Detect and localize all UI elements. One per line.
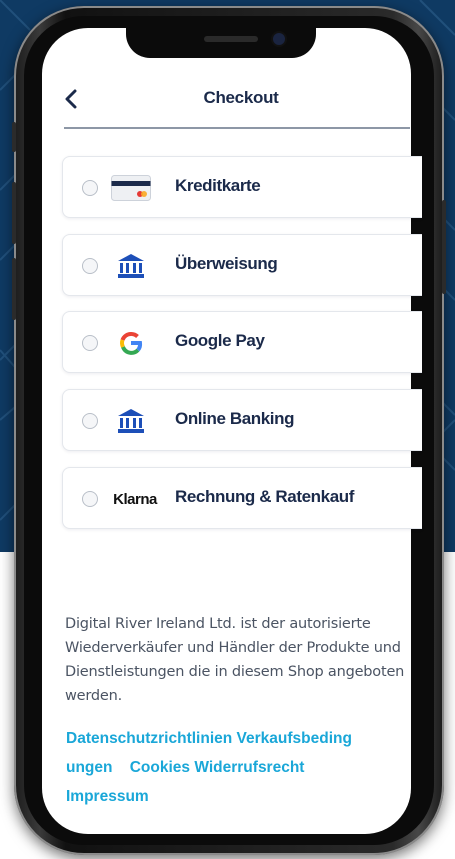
header-divider [64, 127, 410, 129]
payment-option-label: Online Banking [175, 409, 295, 428]
payment-option-klarna[interactable]: Klarna Rechnung & Ratenkauf [62, 467, 422, 529]
chevron-left-icon [65, 89, 77, 109]
phone-side-button [12, 182, 16, 244]
camera-icon [273, 33, 285, 45]
payment-option-online-banking[interactable]: Online Banking [62, 389, 422, 451]
payment-option-label: Google Pay [175, 331, 265, 350]
radio-button[interactable] [82, 258, 98, 274]
footer-links-line-1: Datenschutzrichtlinien Verkaufsbeding [66, 724, 406, 753]
klarna-logo: Klarna [109, 483, 161, 515]
payment-option-google-pay[interactable]: Google Pay [62, 311, 422, 373]
footer-links-line-2: ungen Cookies Widerrufsrecht [66, 753, 406, 782]
credit-card-icon [109, 172, 153, 204]
payment-option-bank-transfer[interactable]: Überweisung [62, 234, 422, 296]
bank-icon [109, 250, 153, 282]
footer-links: Datenschutzrichtlinien Verkaufsbeding un… [66, 724, 406, 811]
withdrawal-right-link[interactable]: Widerrufsrecht [194, 759, 304, 776]
terms-of-sale-link[interactable]: Verkaufsbeding [237, 730, 352, 747]
phone-side-button [12, 122, 16, 152]
payment-option-label: Kreditkarte [175, 176, 261, 195]
payment-option-credit-card[interactable]: Kreditkarte [62, 156, 422, 218]
google-icon [109, 327, 153, 359]
payment-option-label: Überweisung [175, 254, 278, 273]
phone-side-button [442, 200, 446, 294]
footer-links-line-3: Impressum [66, 782, 406, 811]
legal-notice: Digital River Ireland Ltd. ist der autor… [65, 616, 405, 704]
page-title: Checkout [203, 88, 279, 107]
phone-side-button [12, 258, 16, 320]
radio-button[interactable] [82, 491, 98, 507]
imprint-link[interactable]: Impressum [66, 788, 149, 805]
radio-button[interactable] [82, 413, 98, 429]
klarna-logo-text: Klarna [113, 490, 157, 508]
privacy-policy-link[interactable]: Datenschutzrichtlinien [66, 730, 232, 747]
bank-icon [109, 405, 153, 437]
back-button[interactable] [60, 88, 82, 110]
radio-button[interactable] [82, 180, 98, 196]
cookies-link[interactable]: Cookies [130, 759, 190, 776]
radio-button[interactable] [82, 335, 98, 351]
payment-option-label: Rechnung & Ratenkauf [175, 487, 355, 506]
terms-of-sale-link-continued[interactable]: ungen [66, 759, 113, 776]
speaker-grille [204, 36, 258, 42]
